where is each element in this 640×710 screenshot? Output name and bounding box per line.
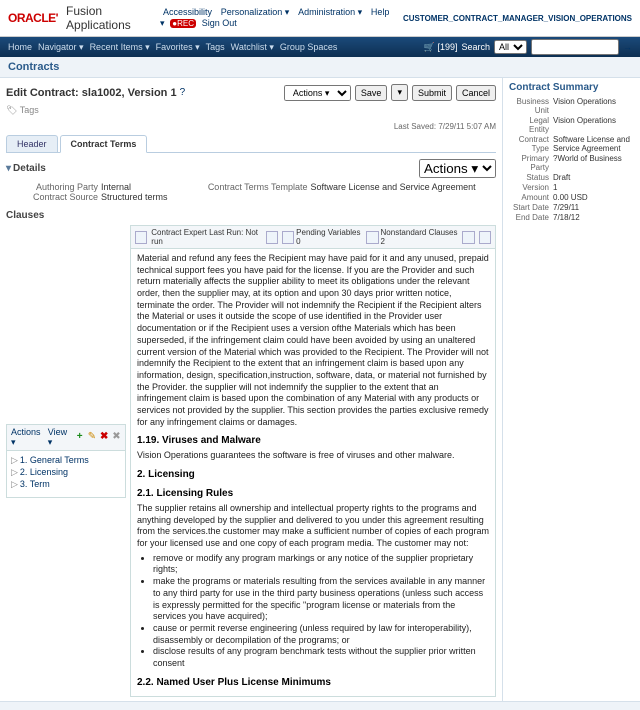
li-3: cause or permit reverse engineering (unl… xyxy=(153,623,489,646)
tab-header[interactable]: Header xyxy=(6,135,58,152)
link-accessibility[interactable]: Accessibility xyxy=(163,7,212,17)
summary-value: 1 xyxy=(553,183,634,192)
summary-label: Amount xyxy=(509,193,549,202)
delete-icon[interactable]: ✖ xyxy=(100,432,109,442)
current-user: CUSTOMER_CONTRACT_MANAGER_VISION_OPERATI… xyxy=(403,14,632,23)
last-saved: Last Saved: 7/29/11 5:07 AM xyxy=(6,122,496,131)
tree-item-licensing[interactable]: ▷2. Licensing xyxy=(11,467,121,478)
nav-groupspaces[interactable]: Group Spaces xyxy=(280,42,338,52)
authoring-party-value: Internal xyxy=(101,182,131,192)
tags-link[interactable]: 🏷 Tags xyxy=(6,105,496,116)
summary-label: Primary Party xyxy=(509,154,549,172)
nav-tags[interactable]: Tags xyxy=(206,42,225,52)
contract-source-label: Contract Source xyxy=(20,192,98,202)
p-119: Vision Operations guarantees the softwar… xyxy=(137,450,489,462)
tree-item-general[interactable]: ▷1. General Terms xyxy=(11,455,121,466)
summary-value: Software License and Service Agreement xyxy=(553,135,634,153)
nav-watchlist[interactable]: Watchlist ▾ xyxy=(231,42,274,53)
summary-value: 7/29/11 xyxy=(553,203,634,212)
app-name: Fusion Applications xyxy=(66,4,144,32)
nav-navigator[interactable]: Navigator ▾ xyxy=(38,42,84,53)
h-22: 2.2. Named User Plus License Minimums xyxy=(137,676,489,689)
contract-source-value: Structured terms xyxy=(101,192,168,202)
oracle-logo: ORACLE' xyxy=(8,11,58,25)
h-119: 1.19. Viruses and Malware xyxy=(137,434,489,447)
summary-title: Contract Summary xyxy=(509,82,634,93)
expert-status: Contract Expert Last Run: Not run xyxy=(151,228,263,246)
search-label: Search xyxy=(461,42,490,52)
search-input[interactable] xyxy=(531,39,619,55)
summary-label: End Date xyxy=(509,213,549,222)
toolbar-icon-a[interactable] xyxy=(462,231,474,244)
summary-value: Draft xyxy=(553,173,634,182)
summary-label: Status xyxy=(509,173,549,182)
document-body: Material and refund any fees the Recipie… xyxy=(131,249,495,696)
clauses-actions[interactable]: Actions ▾ xyxy=(11,427,45,448)
clear-icon[interactable]: ✖ xyxy=(112,432,121,442)
summary-value: Vision Operations xyxy=(553,97,634,115)
li-1: remove or modify any program markings or… xyxy=(153,553,489,576)
search-scope[interactable]: All xyxy=(494,40,527,54)
pending-vars: Pending Variables 0 xyxy=(296,228,362,246)
help-icon[interactable]: ? xyxy=(180,87,186,98)
submit-button[interactable]: Submit xyxy=(412,85,452,101)
h-21: 2.1. Licensing Rules xyxy=(137,487,489,500)
actions-menu[interactable]: Actions ▾ xyxy=(284,85,351,101)
nav-favorites[interactable]: Favorites ▾ xyxy=(156,42,200,53)
template-label: Contract Terms Template xyxy=(188,182,308,192)
authoring-party-label: Authoring Party xyxy=(20,182,98,192)
h-2: 2. Licensing xyxy=(137,468,489,481)
summary-value: 0.00 USD xyxy=(553,193,634,202)
p-21: The supplier retains all ownership and i… xyxy=(137,503,489,550)
details-heading: Details xyxy=(13,163,46,174)
nonstd-clauses: Nonstandard Clauses 2 xyxy=(381,228,459,246)
nav-recent[interactable]: Recent Items ▾ xyxy=(90,42,150,53)
add-icon[interactable]: + xyxy=(75,432,84,442)
link-administration[interactable]: Administration ▾ xyxy=(298,7,362,17)
summary-label: Start Date xyxy=(509,203,549,212)
cancel-button[interactable]: Cancel xyxy=(456,85,496,101)
summary-label: Version xyxy=(509,183,549,192)
clauses-view[interactable]: View ▾ xyxy=(48,427,72,448)
summary-value: ?World of Business xyxy=(553,154,634,172)
details-actions[interactable]: Actions ▾ xyxy=(419,159,496,178)
clauses-heading: Clauses xyxy=(6,210,496,221)
link-signout[interactable]: Sign Out xyxy=(202,18,237,28)
rec-badge: ●REC xyxy=(170,19,196,28)
toolbar-help-icon[interactable] xyxy=(479,231,491,244)
tab-contract-terms[interactable]: Contract Terms xyxy=(60,135,148,153)
search-go[interactable]: → xyxy=(623,42,632,52)
pending-icon[interactable] xyxy=(282,231,294,244)
save-menu[interactable]: ▾ xyxy=(391,84,408,101)
summary-label: Legal Entity xyxy=(509,116,549,134)
summary-label: Contract Type xyxy=(509,135,549,153)
collapse-icon[interactable]: ▾ xyxy=(6,163,11,174)
tree-item-term[interactable]: ▷3. Term xyxy=(11,479,121,490)
summary-label: Business Unit xyxy=(509,97,549,115)
nonstd-icon[interactable] xyxy=(366,231,378,244)
link-personalization[interactable]: Personalization ▾ xyxy=(221,7,290,17)
expert-run-icon[interactable] xyxy=(266,231,278,244)
summary-value: 7/18/12 xyxy=(553,213,634,222)
template-value: Software License and Service Agreement xyxy=(311,182,476,192)
nav-home[interactable]: Home xyxy=(8,42,32,52)
cart-badge[interactable]: 🛒 [199] xyxy=(424,42,458,53)
li-2: make the programs or materials resulting… xyxy=(153,576,489,623)
edit-icon[interactable]: ✎ xyxy=(87,432,96,442)
li-4: disclose results of any program benchmar… xyxy=(153,646,489,669)
summary-value: Vision Operations xyxy=(553,116,634,134)
intro-text: Material and refund any fees the Recipie… xyxy=(137,253,489,428)
toolbar-icon[interactable] xyxy=(135,231,147,244)
page-title: Edit Contract: sla1002, Version 1 xyxy=(6,87,177,99)
breadcrumb: Contracts xyxy=(0,57,640,78)
save-button[interactable]: Save xyxy=(355,85,388,101)
